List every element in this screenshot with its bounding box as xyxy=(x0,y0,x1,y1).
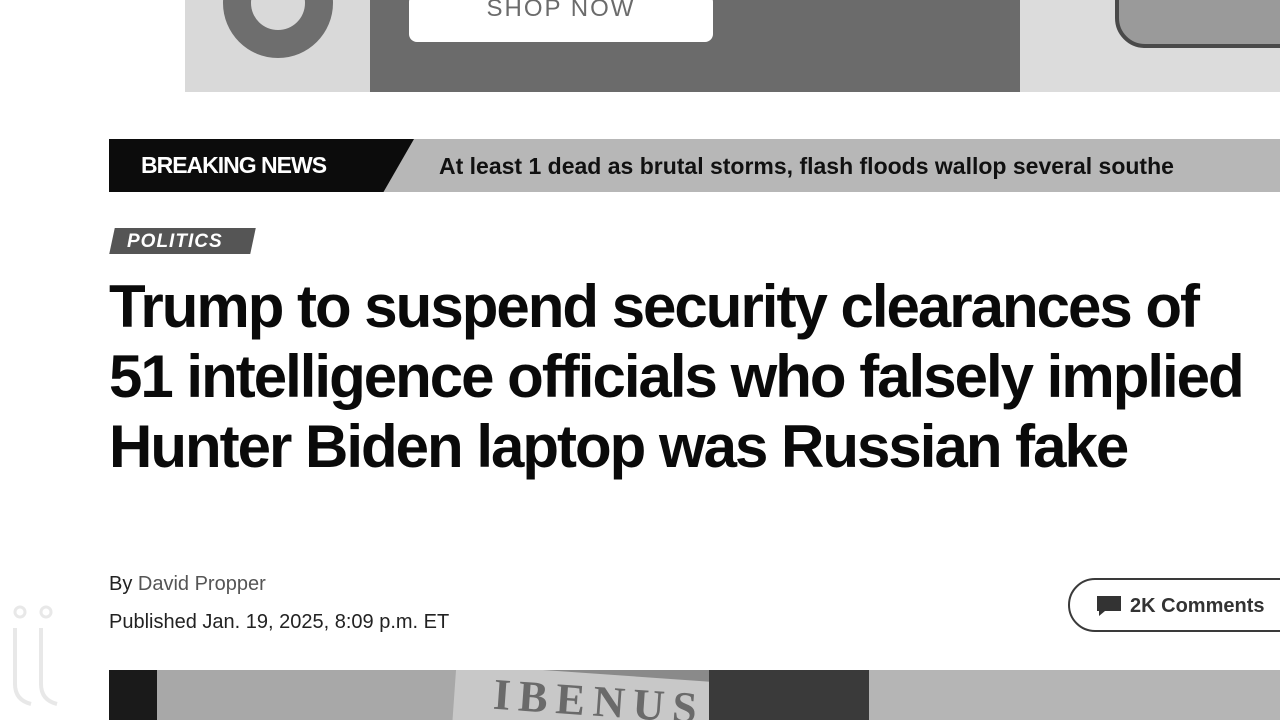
ring-logo-icon xyxy=(223,0,333,58)
image-region-left xyxy=(109,670,157,720)
ad-banner[interactable]: SHOP NOW xyxy=(185,0,1280,92)
breaking-news-label: BREAKING NEWS xyxy=(141,152,327,178)
byline: By David Propper xyxy=(109,573,266,596)
breaking-news-headline[interactable]: At least 1 dead as brutal storms, flash … xyxy=(439,139,1174,192)
byline-prefix: By xyxy=(109,573,133,595)
article-page: SHOP NOW BREAKING NEWS At least 1 dead a… xyxy=(0,0,1280,720)
published-date: Published Jan. 19, 2025, 8:09 p.m. ET xyxy=(109,611,450,633)
comments-button[interactable]: 2K Comments xyxy=(1068,578,1280,632)
article-lead-image[interactable]: IBENUS xyxy=(109,670,1280,720)
image-region-right xyxy=(869,670,1280,720)
breaking-news-bar[interactable]: BREAKING NEWS At least 1 dead as brutal … xyxy=(109,139,1280,192)
watermark-icon xyxy=(13,605,58,706)
image-sign-text: IBENUS xyxy=(452,670,746,720)
image-region-light xyxy=(157,670,487,720)
article-headline: Trump to suspend security clearances of … xyxy=(109,273,1245,480)
category-tag[interactable]: POLITICS xyxy=(127,228,223,254)
ad-logo-panel xyxy=(185,0,370,92)
ad-product-image xyxy=(1115,0,1280,48)
speech-bubble-icon xyxy=(1097,596,1121,616)
comments-count: 2K Comments xyxy=(1130,595,1265,617)
image-region-dark xyxy=(709,670,869,720)
author-link[interactable]: David Propper xyxy=(138,573,266,595)
ad-product-panel xyxy=(1020,0,1280,92)
shop-now-button[interactable]: SHOP NOW xyxy=(409,0,713,42)
